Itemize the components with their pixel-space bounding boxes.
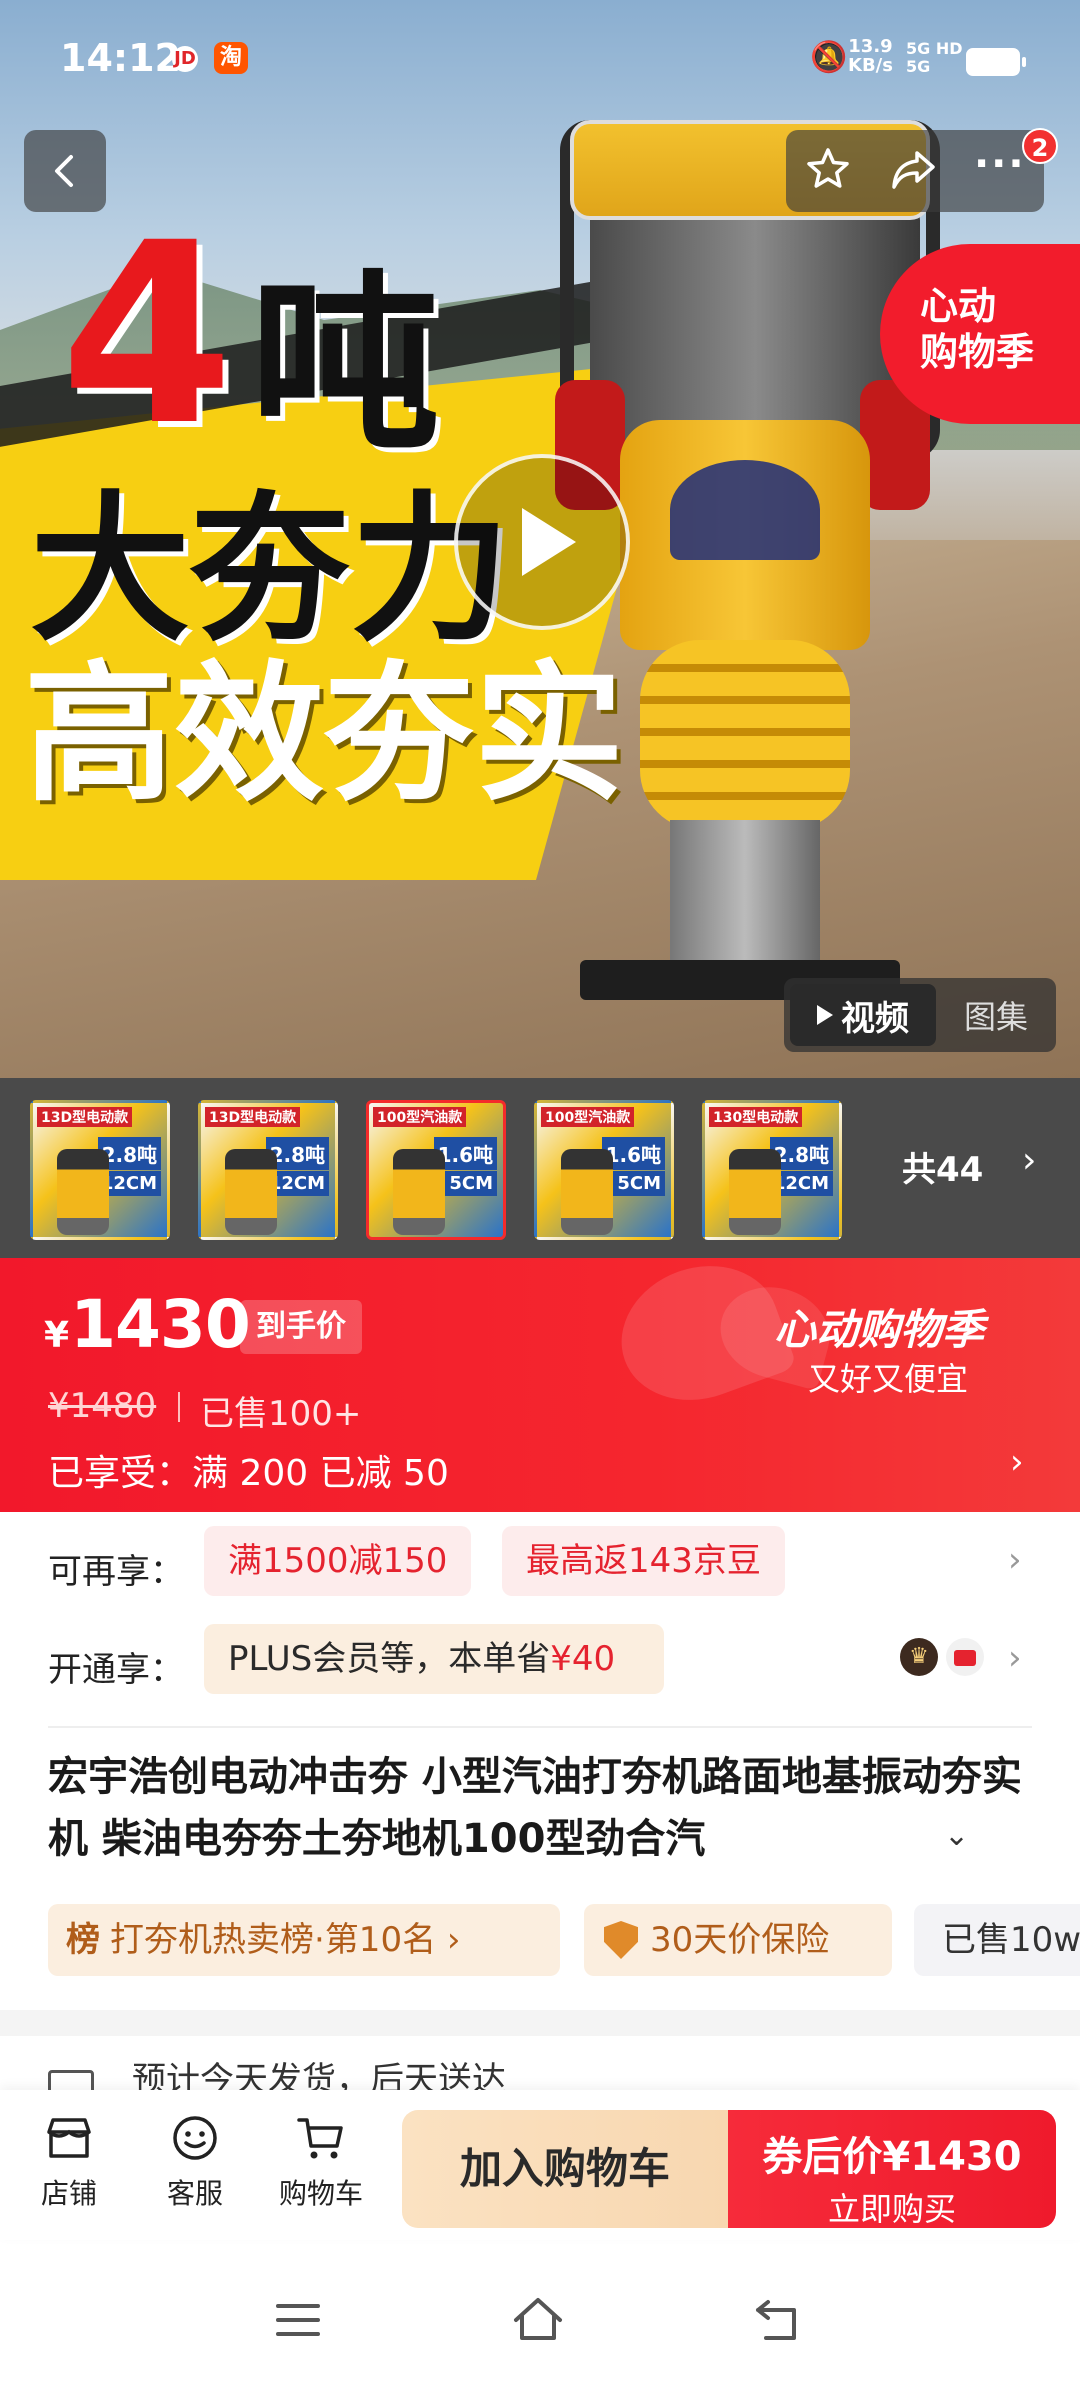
play-video-button[interactable] (454, 454, 630, 630)
bottom-action-bar: 店铺 客服 购物车 加入购物车 券后价¥1430 立即购买 (0, 2090, 1080, 2240)
machine-brand-logo (670, 460, 820, 560)
taobao-app-icon: 淘 (214, 42, 248, 74)
play-icon (522, 508, 576, 576)
jd-beans-chip[interactable]: 最高返143京豆 (502, 1526, 785, 1596)
sold-chip: 已售10w (914, 1904, 1080, 1976)
final-price: ¥1430 (44, 1286, 251, 1363)
sold-count: 已售100+ (200, 1394, 362, 1434)
card-icon (946, 1638, 984, 1676)
thumbnail-item[interactable]: 100型汽油款 1.6吨 5CM (534, 1100, 674, 1240)
share-button[interactable] (889, 145, 937, 197)
chevron-right-icon[interactable]: › (1008, 1540, 1022, 1580)
store-icon (47, 2118, 91, 2158)
hero-text-unit: 吨 (250, 254, 441, 475)
more-icon: ··· (973, 141, 1026, 187)
system-navigation-bar (0, 2250, 1080, 2400)
notification-badge: 2 (1022, 128, 1058, 164)
more-options-button[interactable]: ··· (974, 144, 1026, 184)
ranking-chip[interactable]: 榜打夯机热卖榜·第10名 › (48, 1904, 560, 1976)
membership-label: 开通享： (48, 1650, 184, 1690)
promo-badge[interactable]: 心动 购物季 (880, 244, 1080, 424)
status-bar: 14:12 JD 淘 🔕 13.9 KB/s 5G HD 5G (0, 0, 1080, 120)
gallery-tab[interactable]: 图集 (936, 992, 1056, 1038)
share-icon (892, 151, 935, 189)
media-switcher: 视频 图集 (784, 978, 1056, 1052)
mute-icon: 🔕 (810, 40, 848, 75)
price-banner: ¥1430 到手价 ¥1480 已售100+ 心动购物季 又好又便宜 已享受：满… (0, 1258, 1080, 1512)
shield-icon (604, 1921, 638, 1959)
final-price-tag: 到手价 (240, 1300, 362, 1354)
battery-icon (966, 48, 1026, 76)
network-speed: 13.9 KB/s (848, 36, 893, 76)
chevron-left-icon (55, 155, 73, 187)
coupon-chip[interactable]: 满1500减150 (204, 1526, 472, 1596)
chevron-right-icon[interactable]: › (1010, 1442, 1024, 1482)
membership-icons: ♛ (900, 1638, 984, 1676)
promo-subtitle: 又好又便宜 (808, 1360, 969, 1398)
store-tab[interactable]: 店铺 (14, 2110, 124, 2212)
chevron-down-icon[interactable]: ⌄ (944, 1818, 969, 1853)
status-time: 14:12 (60, 36, 181, 80)
price-protection-chip[interactable]: 30天价保险 (584, 1904, 892, 1976)
back-arrow-icon (756, 2300, 796, 2340)
top-action-group: ··· (786, 130, 1044, 212)
divider (178, 1392, 180, 1422)
signal-icon: 5G HD 5G (906, 39, 963, 76)
chat-face-icon (173, 2116, 217, 2160)
add-to-cart-button[interactable]: 加入购物车 (402, 2110, 728, 2228)
plus-membership-chip[interactable]: PLUS会员等，本单省¥40 (204, 1624, 664, 1694)
menu-button[interactable] (268, 2290, 348, 2360)
favorite-button[interactable] (804, 145, 852, 197)
hero-text-number: 4 (60, 189, 234, 480)
promo-title: 心动购物季 (774, 1305, 985, 1354)
thumbnail-item[interactable]: 130型电动款 2.8吨 12CM (702, 1100, 842, 1240)
crown-icon: ♛ (900, 1638, 938, 1676)
thumbnail-item[interactable]: 13D型电动款 2.8吨 12CM (30, 1100, 170, 1240)
customer-service-tab[interactable]: 客服 (140, 2110, 250, 2212)
video-tab[interactable]: 视频 (790, 984, 936, 1046)
buy-now-button[interactable]: 券后价¥1430 立即购买 (728, 2110, 1056, 2228)
home-icon (514, 2298, 562, 2340)
jd-app-icon: JD (172, 46, 198, 72)
thumbnail-item-active[interactable]: 100型汽油款 1.6吨 5CM (366, 1100, 506, 1240)
chevron-right-icon[interactable]: › (1022, 1140, 1036, 1181)
section-gap (0, 2010, 1080, 2036)
star-icon (807, 148, 850, 188)
divider (48, 1726, 1032, 1728)
home-button[interactable] (508, 2290, 588, 2360)
hero-text-efficient: 高效夯实 (24, 648, 625, 822)
chevron-right-icon[interactable]: › (1008, 1638, 1022, 1678)
thumbnail-count[interactable]: 共44 (902, 1142, 983, 1191)
back-nav-button[interactable] (748, 2290, 828, 2360)
product-title[interactable]: 宏宇浩创电动冲击夯 小型汽油打夯机路面地基振动夯实机 柴油电夯夯土夯地机100型… (48, 1746, 1028, 1870)
original-price: ¥1480 (48, 1386, 157, 1426)
play-small-icon (817, 1005, 833, 1025)
discount-enjoyed[interactable]: 已享受：满 200 已减 50 (48, 1444, 449, 1496)
menu-icon (276, 2304, 320, 2336)
cart-icon (297, 2118, 343, 2159)
back-button[interactable] (24, 130, 106, 212)
thumbnail-item[interactable]: 13D型电动款 2.8吨 12CM (198, 1100, 338, 1240)
cart-tab[interactable]: 购物车 (266, 2110, 376, 2212)
hero-text-power: 大夯力 (30, 476, 511, 663)
extra-offers-label: 可再享： (48, 1552, 184, 1592)
ranking-icon: 榜 (66, 1920, 100, 1960)
